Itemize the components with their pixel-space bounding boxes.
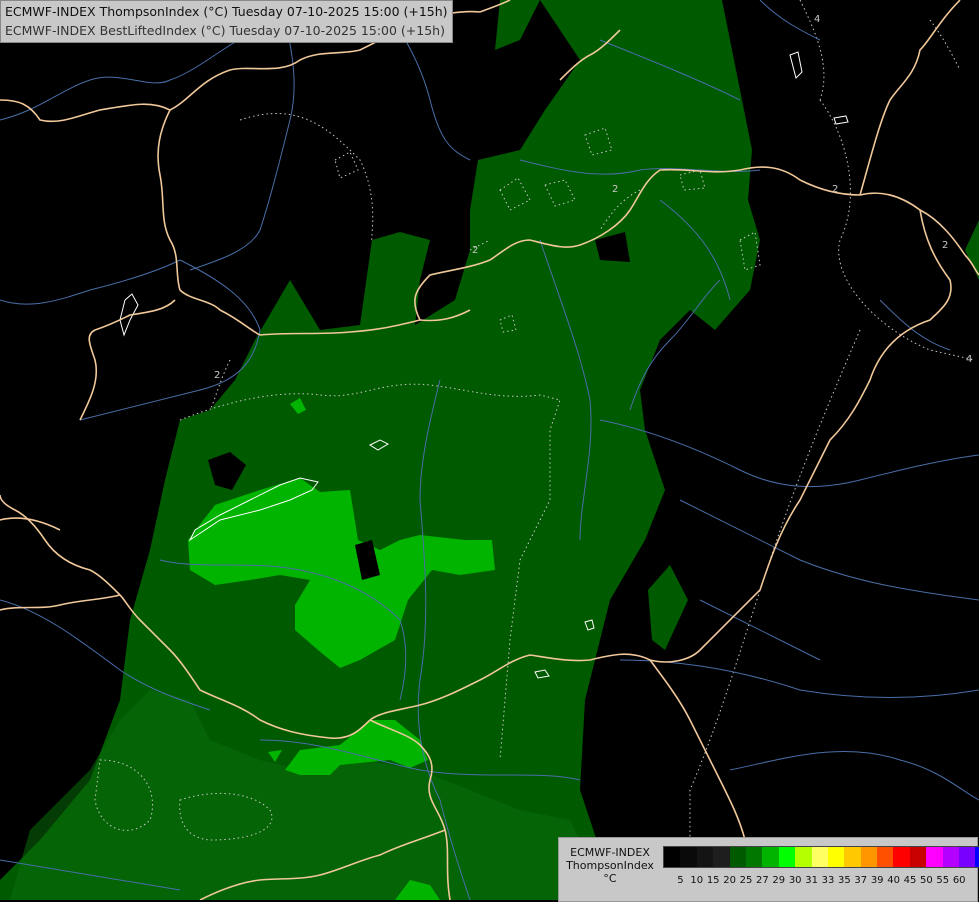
legend-tick-label: 37 [854,875,868,886]
contour-label: 4 [966,354,972,365]
map-subtitle: ECMWF-INDEX BestLiftedIndex (°C) Tuesday… [5,23,445,38]
legend-tick-label: 60 [952,875,966,886]
contour-label: 2 [214,370,220,381]
legend-swatch [942,847,960,867]
legend-tick-label: 30 [788,875,802,886]
legend-tick-label: 35 [838,875,851,886]
map-title: ECMWF-INDEX ThompsonIndex (°C) Tuesday 0… [5,4,448,19]
legend-swatch [795,847,812,867]
legend-tick-label: 39 [870,875,884,886]
legend-swatch [696,847,714,867]
legend-swatch [762,847,779,867]
legend-tick-label: 10 [690,875,704,886]
legend-swatch [745,847,763,867]
legend-swatch [909,847,927,867]
legend-swatch [926,847,943,867]
contour-label: 4 [814,14,820,25]
legend-tick-label: 25 [739,875,753,886]
contour-label: 2 [612,184,618,195]
legend-swatch [893,847,910,867]
legend-swatch [959,847,976,867]
legend-unit: °C [603,872,617,885]
legend-tick-label: 40 [887,875,900,886]
legend-swatch [680,847,697,867]
legend-tick-label: 31 [805,875,818,886]
color-legend: ECMWF-INDEX ThompsonIndex °C 5 10 15 20 25 27… [558,837,979,902]
weather-map: 2 2 2 2 2 4 4 [0,0,979,900]
legend-tick-label: 50 [920,875,933,886]
legend-tick-label: 5 [677,875,684,886]
legend-swatch [729,847,746,867]
legend-tick-label: 55 [936,875,950,886]
legend-title-model: ECMWF-INDEX [570,846,650,859]
legend-swatch [811,847,828,867]
legend-color-bar [663,846,979,868]
legend-swatch [844,847,861,867]
contour-label: 2 [472,245,478,256]
legend-swatch [664,847,681,867]
legend-title-variable: ThompsonIndex [566,859,654,872]
legend-tick-label: 27 [756,875,769,886]
legend-swatch [778,847,796,867]
legend-tick-label: 45 [903,875,917,886]
contour-label: 2 [942,240,948,251]
legend-tick-label: 15 [706,875,720,886]
map-title-box: ECMWF-INDEX ThompsonIndex (°C) Tuesday 0… [0,0,453,43]
legend-swatch [877,847,894,867]
legend-tick-labels: 5 10 15 20 25 27 29 30 31 33 35 37 39 40 45 50 55 60 [663,875,975,889]
legend-tick-label: 33 [821,875,835,886]
legend-swatch [975,847,979,867]
legend-title: ECMWF-INDEX ThompsonIndex °C [559,846,661,885]
legend-swatch [713,847,730,867]
legend-swatch [860,847,878,867]
legend-tick-label: 20 [723,875,736,886]
legend-swatch [827,847,845,867]
legend-tick-label: 29 [772,875,786,886]
